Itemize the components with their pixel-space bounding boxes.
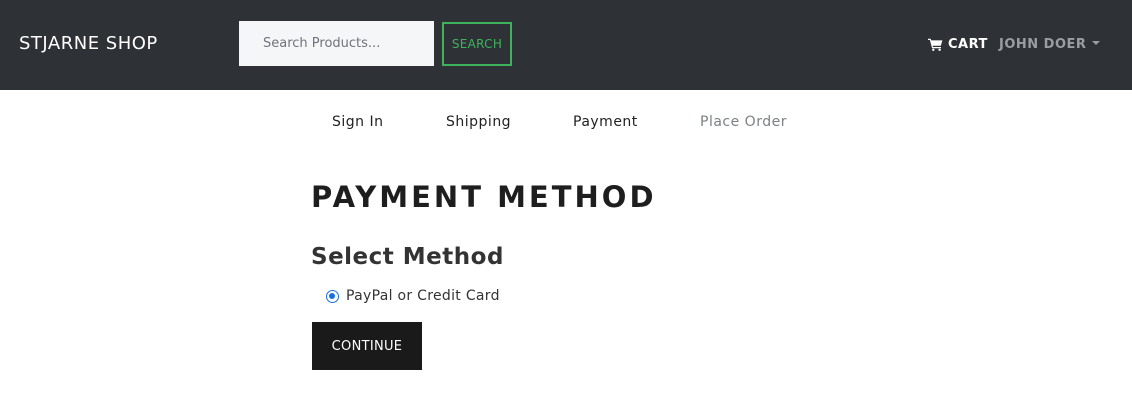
checkout-steps: Sign In Shipping Payment Place Order bbox=[0, 114, 1132, 136]
cart-label: CART bbox=[948, 36, 988, 52]
brand-logo[interactable]: STJARNE SHOP bbox=[19, 33, 158, 54]
continue-button[interactable]: CONTINUE bbox=[312, 322, 422, 370]
user-name: JOHN DOER bbox=[999, 36, 1087, 52]
paypal-radio[interactable] bbox=[326, 289, 339, 303]
user-menu-dropdown[interactable]: JOHN DOER bbox=[999, 35, 1101, 53]
step-place-order: Place Order bbox=[700, 114, 787, 130]
cart-link[interactable]: CART bbox=[928, 35, 988, 53]
step-sign-in[interactable]: Sign In bbox=[332, 114, 384, 130]
search-button[interactable]: SEARCH bbox=[442, 22, 512, 66]
shopping-cart-icon bbox=[928, 38, 943, 51]
paypal-radio-label[interactable]: PayPal or Credit Card bbox=[346, 288, 500, 304]
payment-option-paypal[interactable]: PayPal or Credit Card bbox=[326, 286, 500, 306]
top-navbar: STJARNE SHOP SEARCH CART JOHN DOER bbox=[0, 0, 1132, 90]
step-shipping[interactable]: Shipping bbox=[446, 114, 511, 130]
step-payment[interactable]: Payment bbox=[573, 114, 638, 130]
caret-down-icon bbox=[1092, 41, 1101, 45]
search-input[interactable] bbox=[239, 21, 434, 66]
section-title: Select Method bbox=[311, 244, 504, 270]
page-title: PAYMENT METHOD bbox=[311, 180, 657, 214]
